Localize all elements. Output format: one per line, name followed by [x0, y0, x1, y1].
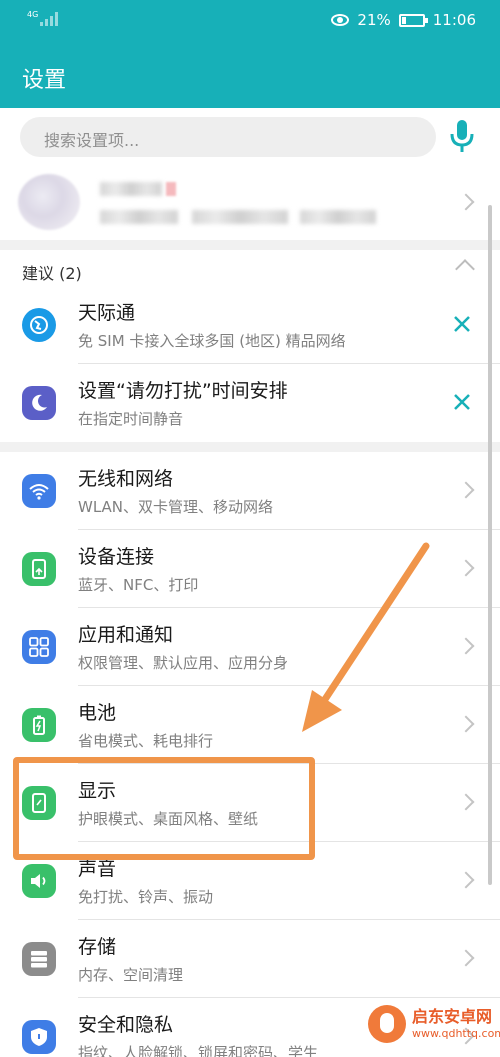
settings-item-title: 应用和通知	[78, 624, 174, 646]
eye-comfort-icon	[331, 14, 350, 26]
settings-item-title: 电池	[78, 702, 117, 724]
chevron-right-icon	[457, 559, 475, 577]
suggestion-title: 设置“请勿打扰”时间安排	[78, 380, 288, 402]
chevron-right-icon	[457, 193, 475, 211]
search-placeholder: 搜索设置项...	[44, 131, 140, 150]
suggestion-item-dnd[interactable]: 设置“请勿打扰”时间安排 在指定时间静音	[0, 364, 500, 442]
annotation-arrow-icon	[302, 542, 430, 732]
settings-item-subtitle: 内存、空间清理	[78, 966, 184, 984]
account-name-blurred-badge	[166, 182, 176, 196]
settings-item-subtitle: WLAN、双卡管理、移动网络	[78, 498, 274, 516]
settings-item-wireless[interactable]: 无线和网络 WLAN、双卡管理、移动网络	[0, 452, 500, 530]
avatar	[18, 174, 80, 230]
watermark-logo-icon	[368, 1005, 406, 1043]
suggestion-item-tianjitong[interactable]: 天际通 免 SIM 卡接入全球多国 (地区) 精品网络	[0, 286, 500, 364]
page-title: 设置	[22, 68, 67, 93]
watermark-name: 启东安卓网	[412, 1007, 493, 1026]
settings-item-subtitle: 权限管理、默认应用、应用分身	[78, 654, 289, 672]
settings-item-title: 无线和网络	[78, 468, 174, 490]
speaker-icon	[22, 864, 56, 898]
moon-icon	[22, 386, 56, 420]
suggestion-title: 天际通	[78, 302, 136, 324]
signal-indicator: 4G	[27, 10, 58, 26]
chevron-up-icon[interactable]	[455, 259, 475, 279]
shield-icon	[22, 1020, 56, 1054]
chevron-right-icon	[457, 481, 475, 499]
battery-status-icon	[398, 13, 428, 27]
settings-item-title: 安全和隐私	[78, 1014, 174, 1036]
scrollbar[interactable]	[488, 205, 492, 885]
search-input[interactable]: 搜索设置项...	[20, 117, 436, 157]
storage-icon	[22, 942, 56, 976]
settings-item-subtitle: 免打扰、铃声、振动	[78, 888, 214, 906]
settings-item-subtitle: 蓝牙、NFC、打印	[78, 576, 199, 594]
suggestions-title: 建议 (2)	[22, 264, 82, 283]
chevron-right-icon	[457, 715, 475, 733]
suggestion-subtitle: 免 SIM 卡接入全球多国 (地区) 精品网络	[78, 332, 346, 350]
microphone-icon[interactable]	[449, 118, 475, 154]
watermark: 启东安卓网 www.qdhttq.com	[366, 1001, 500, 1051]
account-name-blurred	[100, 182, 162, 196]
app-bar: 设置	[0, 44, 500, 108]
chevron-right-icon	[457, 793, 475, 811]
suggestions-header[interactable]: 建议 (2)	[0, 250, 500, 286]
signal-bars-icon	[40, 12, 58, 26]
account-detail-blurred	[192, 210, 288, 224]
globe-icon	[22, 308, 56, 342]
settings-item-storage[interactable]: 存储 内存、空间清理	[0, 920, 500, 998]
watermark-url: www.qdhttq.com	[412, 1027, 500, 1040]
chevron-right-icon	[457, 871, 475, 889]
suggestion-subtitle: 在指定时间静音	[78, 410, 184, 428]
close-icon[interactable]	[450, 312, 474, 336]
section-divider	[0, 442, 500, 452]
network-type: 4G	[27, 10, 39, 19]
settings-item-title: 存储	[78, 936, 117, 958]
section-divider	[0, 240, 500, 250]
account-row[interactable]	[0, 168, 500, 238]
battery-percent: 21%	[357, 11, 391, 29]
annotation-highlight-box	[13, 757, 315, 860]
clock: 11:06	[432, 11, 476, 29]
chevron-right-icon	[457, 637, 475, 655]
close-icon[interactable]	[450, 390, 474, 414]
wifi-icon	[22, 474, 56, 508]
settings-item-subtitle: 指纹、人脸解锁、锁屏和密码、学生	[78, 1044, 319, 1057]
apps-grid-icon	[22, 630, 56, 664]
account-detail-blurred	[300, 210, 376, 224]
settings-item-subtitle: 省电模式、耗电排行	[78, 732, 214, 750]
battery-icon	[22, 708, 56, 742]
device-connect-icon	[22, 552, 56, 586]
account-detail-blurred	[100, 210, 178, 224]
status-bar: 4G 21% 11:06	[0, 0, 500, 44]
settings-item-title: 设备连接	[78, 546, 155, 568]
chevron-right-icon	[457, 949, 475, 967]
